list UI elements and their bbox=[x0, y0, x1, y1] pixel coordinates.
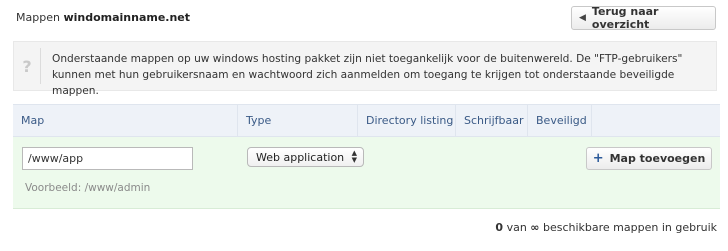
info-box: ? Onderstaande mappen op uw windows host… bbox=[13, 41, 717, 97]
back-button-label: Terug naar overzicht bbox=[591, 5, 659, 31]
map-path-input[interactable] bbox=[22, 147, 193, 170]
info-divider bbox=[40, 48, 41, 84]
usage-van: van bbox=[506, 221, 527, 234]
page-title: Mappen windomainname.net bbox=[16, 11, 190, 24]
add-folder-button[interactable]: + Map toevoegen bbox=[586, 147, 712, 170]
table-header: Map Type Directory listing Schrijfbaar B… bbox=[13, 104, 720, 137]
chevron-left-icon: ◀ bbox=[579, 13, 586, 23]
title-domain: windomainname.net bbox=[63, 11, 191, 24]
usage-summary: 0 van ∞ beschikbare mappen in gebruik bbox=[495, 221, 717, 234]
folders-table: Map Type Directory listing Schrijfbaar B… bbox=[13, 104, 720, 209]
usage-count: 0 bbox=[495, 221, 504, 234]
table-row: Voorbeeld: /www/admin Web application ▲▼… bbox=[13, 137, 720, 209]
column-type: Type bbox=[238, 105, 358, 136]
plus-icon: + bbox=[592, 151, 604, 166]
type-select[interactable]: Web application ▲ ▼ bbox=[247, 147, 364, 167]
column-directory-listing: Directory listing bbox=[358, 105, 456, 136]
info-text: Onderstaande mappen op uw windows hostin… bbox=[52, 53, 683, 97]
back-to-overview-button[interactable]: ◀ Terug naar overzicht bbox=[571, 5, 716, 31]
column-map: Map bbox=[13, 105, 238, 136]
infinity-icon: ∞ bbox=[530, 221, 540, 234]
usage-suffix: beschikbare mappen in gebruik bbox=[542, 221, 717, 234]
question-icon: ? bbox=[22, 56, 32, 76]
column-schrijfbaar: Schrijfbaar bbox=[456, 105, 528, 136]
type-select-value: Web application bbox=[256, 150, 345, 164]
title-prefix: Mappen bbox=[16, 11, 60, 24]
column-beveiligd: Beveiligd bbox=[528, 105, 592, 136]
map-example-hint: Voorbeeld: /www/admin bbox=[25, 182, 151, 194]
select-arrows-icon: ▲ ▼ bbox=[351, 149, 357, 164]
add-folder-label: Map toevoegen bbox=[609, 152, 706, 165]
